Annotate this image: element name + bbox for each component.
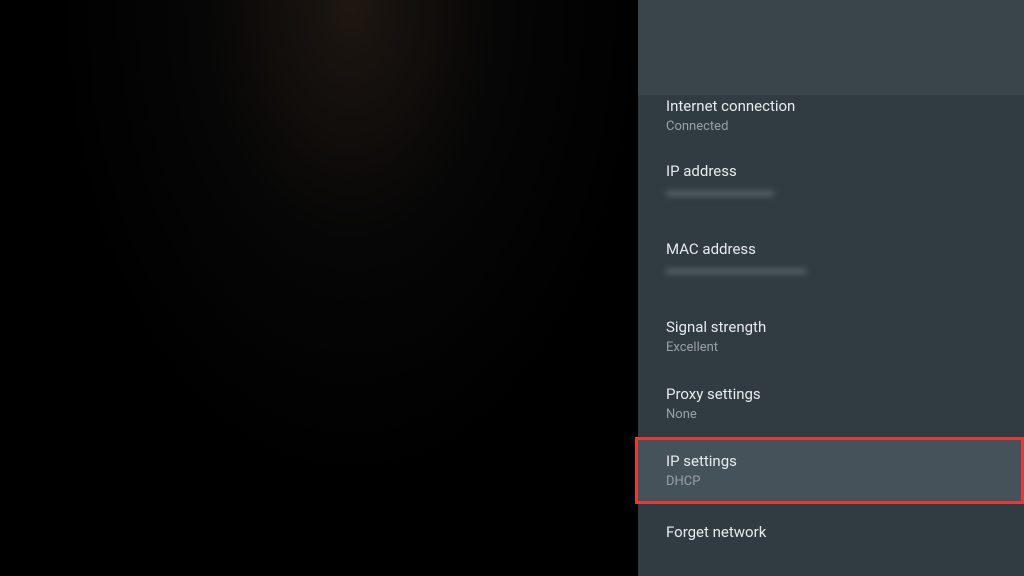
redacted-ip-value (666, 187, 774, 200)
setting-proxy-settings[interactable]: Proxy settings None (638, 370, 1024, 437)
setting-ip-address[interactable]: IP address (638, 147, 1024, 225)
setting-ip-settings[interactable]: IP settings DHCP (638, 437, 1024, 504)
setting-title: Internet connection (666, 96, 996, 116)
settings-list: Internet connection Connected IP address… (638, 96, 1024, 562)
setting-title: Forget network (666, 522, 996, 542)
setting-title: IP settings (666, 451, 996, 471)
setting-value (666, 261, 996, 283)
setting-title: Signal strength (666, 317, 996, 337)
setting-title: Proxy settings (666, 384, 996, 404)
setting-value: Excellent (666, 339, 996, 356)
highlighted-setting-wrapper: IP settings DHCP (638, 437, 1024, 504)
network-settings-panel: Internet connection Connected IP address… (638, 0, 1024, 576)
setting-mac-address[interactable]: MAC address (638, 225, 1024, 303)
setting-value: Connected (666, 118, 996, 135)
redacted-mac-value (666, 265, 806, 278)
background-content-area (0, 0, 638, 576)
setting-title: MAC address (666, 239, 996, 259)
setting-value: DHCP (666, 473, 996, 490)
setting-internet-connection[interactable]: Internet connection Connected (638, 96, 1024, 147)
setting-value: None (666, 406, 996, 423)
setting-title: IP address (666, 161, 996, 181)
setting-value (666, 183, 996, 205)
setting-forget-network[interactable]: Forget network (638, 504, 1024, 562)
panel-header (638, 0, 1024, 96)
setting-signal-strength[interactable]: Signal strength Excellent (638, 303, 1024, 370)
